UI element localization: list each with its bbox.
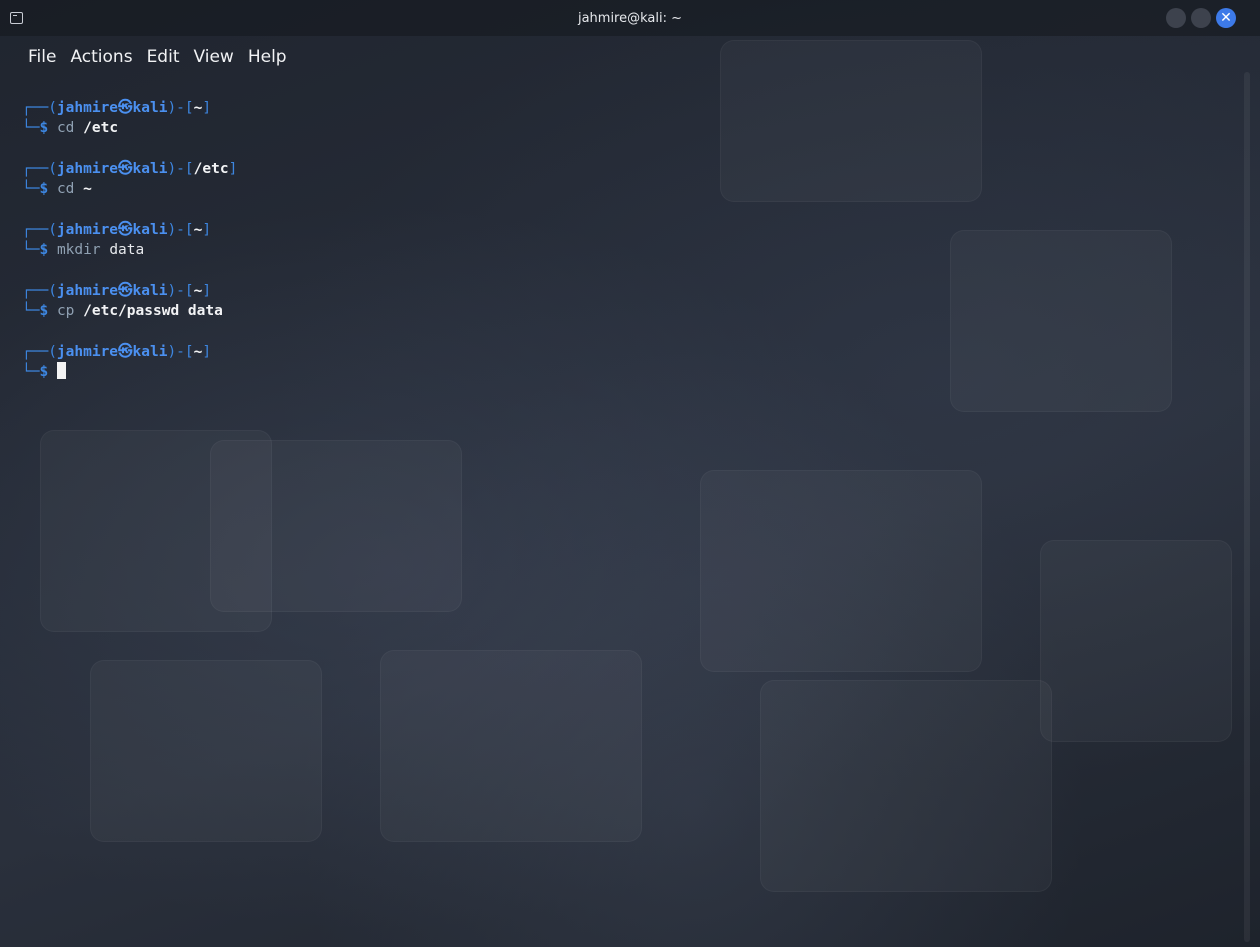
prompt-host: kali xyxy=(132,100,168,116)
prompt-user: jahmire xyxy=(56,161,119,177)
prompt-frame: ┌──( xyxy=(22,161,57,177)
minimize-button[interactable] xyxy=(1166,8,1186,28)
prompt-block: ┌──(jahmire㉿kali)-[~] └─$ cd /etc xyxy=(22,98,1222,138)
terminal-window: jahmire@kali: ~ ✕ File Actions Edit View… xyxy=(0,0,1260,947)
command-argument: /etc/passwd data xyxy=(83,303,223,319)
menu-view[interactable]: View xyxy=(193,47,233,67)
menu-actions[interactable]: Actions xyxy=(70,47,132,67)
prompt-frame: ┌──( xyxy=(22,344,57,360)
prompt-dollar: $ xyxy=(39,364,49,380)
command-name: cd xyxy=(56,120,75,136)
prompt-line: ┌──(jahmire㉿kali)-[~] xyxy=(22,98,1222,118)
command-line: └─$ cp /etc/passwd data xyxy=(22,301,1222,321)
prompt-user: jahmire xyxy=(56,344,119,360)
prompt-frame: )-[ xyxy=(167,344,194,360)
menu-edit[interactable]: Edit xyxy=(147,47,180,67)
prompt-line: ┌──(jahmire㉿kali)-[/etc] xyxy=(22,159,1222,179)
background-keycap xyxy=(90,660,322,842)
prompt-at-icon: ㉿ xyxy=(118,100,133,116)
close-icon: ✕ xyxy=(1220,10,1232,26)
prompt-line: ┌──(jahmire㉿kali)-[~] xyxy=(22,220,1222,240)
prompt-frame: ] xyxy=(202,283,212,299)
prompt-frame: ] xyxy=(202,222,212,238)
prompt-frame: )-[ xyxy=(167,161,194,177)
background-keycap xyxy=(760,680,1052,892)
title-bar[interactable]: jahmire@kali: ~ ✕ xyxy=(0,0,1260,36)
prompt-block: ┌──(jahmire㉿kali)-[~] └─$ cp /etc/passwd… xyxy=(22,281,1222,321)
command-name: cd xyxy=(56,181,75,197)
prompt-block: ┌──(jahmire㉿kali)-[~] └─$ mkdir data xyxy=(22,220,1222,260)
close-button[interactable]: ✕ xyxy=(1216,8,1236,28)
prompt-frame: └─ xyxy=(22,303,40,319)
prompt-at-icon: ㉿ xyxy=(118,161,133,177)
command-line: └─$ cd /etc xyxy=(22,118,1222,138)
command-line: └─$ cd ~ xyxy=(22,179,1222,199)
terminal-output[interactable]: ┌──(jahmire㉿kali)-[~] └─$ cd /etc ┌──(ja… xyxy=(22,98,1222,403)
text-cursor[interactable] xyxy=(56,362,66,379)
prompt-frame: ┌──( xyxy=(22,283,57,299)
command-name: mkdir xyxy=(56,242,101,258)
prompt-frame: ] xyxy=(202,344,212,360)
prompt-dollar: $ xyxy=(39,120,49,136)
prompt-frame: └─ xyxy=(22,242,40,258)
command-argument: ~ xyxy=(83,181,92,197)
prompt-frame: └─ xyxy=(22,364,40,380)
maximize-button[interactable] xyxy=(1191,8,1211,28)
prompt-block: ┌──(jahmire㉿kali)-[/etc] └─$ cd ~ xyxy=(22,159,1222,199)
prompt-frame: )-[ xyxy=(167,283,194,299)
menu-help[interactable]: Help xyxy=(248,47,287,67)
background-keycap xyxy=(210,440,462,612)
prompt-frame: )-[ xyxy=(167,222,194,238)
prompt-frame: ┌──( xyxy=(22,222,57,238)
prompt-host: kali xyxy=(132,283,168,299)
prompt-host: kali xyxy=(132,222,168,238)
prompt-frame: ┌──( xyxy=(22,100,57,116)
command-line[interactable]: └─$ xyxy=(22,362,1222,382)
menu-file[interactable]: File xyxy=(28,47,56,67)
prompt-frame: ] xyxy=(202,100,212,116)
command-line: └─$ mkdir data xyxy=(22,240,1222,260)
prompt-user: jahmire xyxy=(56,283,119,299)
scrollbar[interactable] xyxy=(1244,72,1250,942)
prompt-cwd: /etc xyxy=(193,161,229,177)
command-argument: data xyxy=(109,242,145,258)
prompt-at-icon: ㉿ xyxy=(118,222,133,238)
prompt-frame: └─ xyxy=(22,120,40,136)
prompt-host: kali xyxy=(132,344,168,360)
prompt-line: ┌──(jahmire㉿kali)-[~] xyxy=(22,281,1222,301)
prompt-user: jahmire xyxy=(56,222,119,238)
prompt-dollar: $ xyxy=(39,181,49,197)
command-argument: /etc xyxy=(83,120,119,136)
command-name: cp xyxy=(56,303,75,319)
prompt-line: ┌──(jahmire㉿kali)-[~] xyxy=(22,342,1222,362)
prompt-host: kali xyxy=(132,161,168,177)
prompt-frame: ] xyxy=(228,161,238,177)
menu-bar: File Actions Edit View Help xyxy=(0,40,301,74)
background-keycap xyxy=(380,650,642,842)
background-keycap xyxy=(700,470,982,672)
window-title: jahmire@kali: ~ xyxy=(577,11,683,26)
prompt-at-icon: ㉿ xyxy=(118,344,133,360)
prompt-frame: └─ xyxy=(22,181,40,197)
prompt-dollar: $ xyxy=(39,242,49,258)
background-keycap xyxy=(1040,540,1232,742)
prompt-user: jahmire xyxy=(56,100,119,116)
active-prompt-block: ┌──(jahmire㉿kali)-[~] └─$ xyxy=(22,342,1222,382)
prompt-frame: )-[ xyxy=(167,100,194,116)
prompt-at-icon: ㉿ xyxy=(118,283,133,299)
prompt-dollar: $ xyxy=(39,303,49,319)
